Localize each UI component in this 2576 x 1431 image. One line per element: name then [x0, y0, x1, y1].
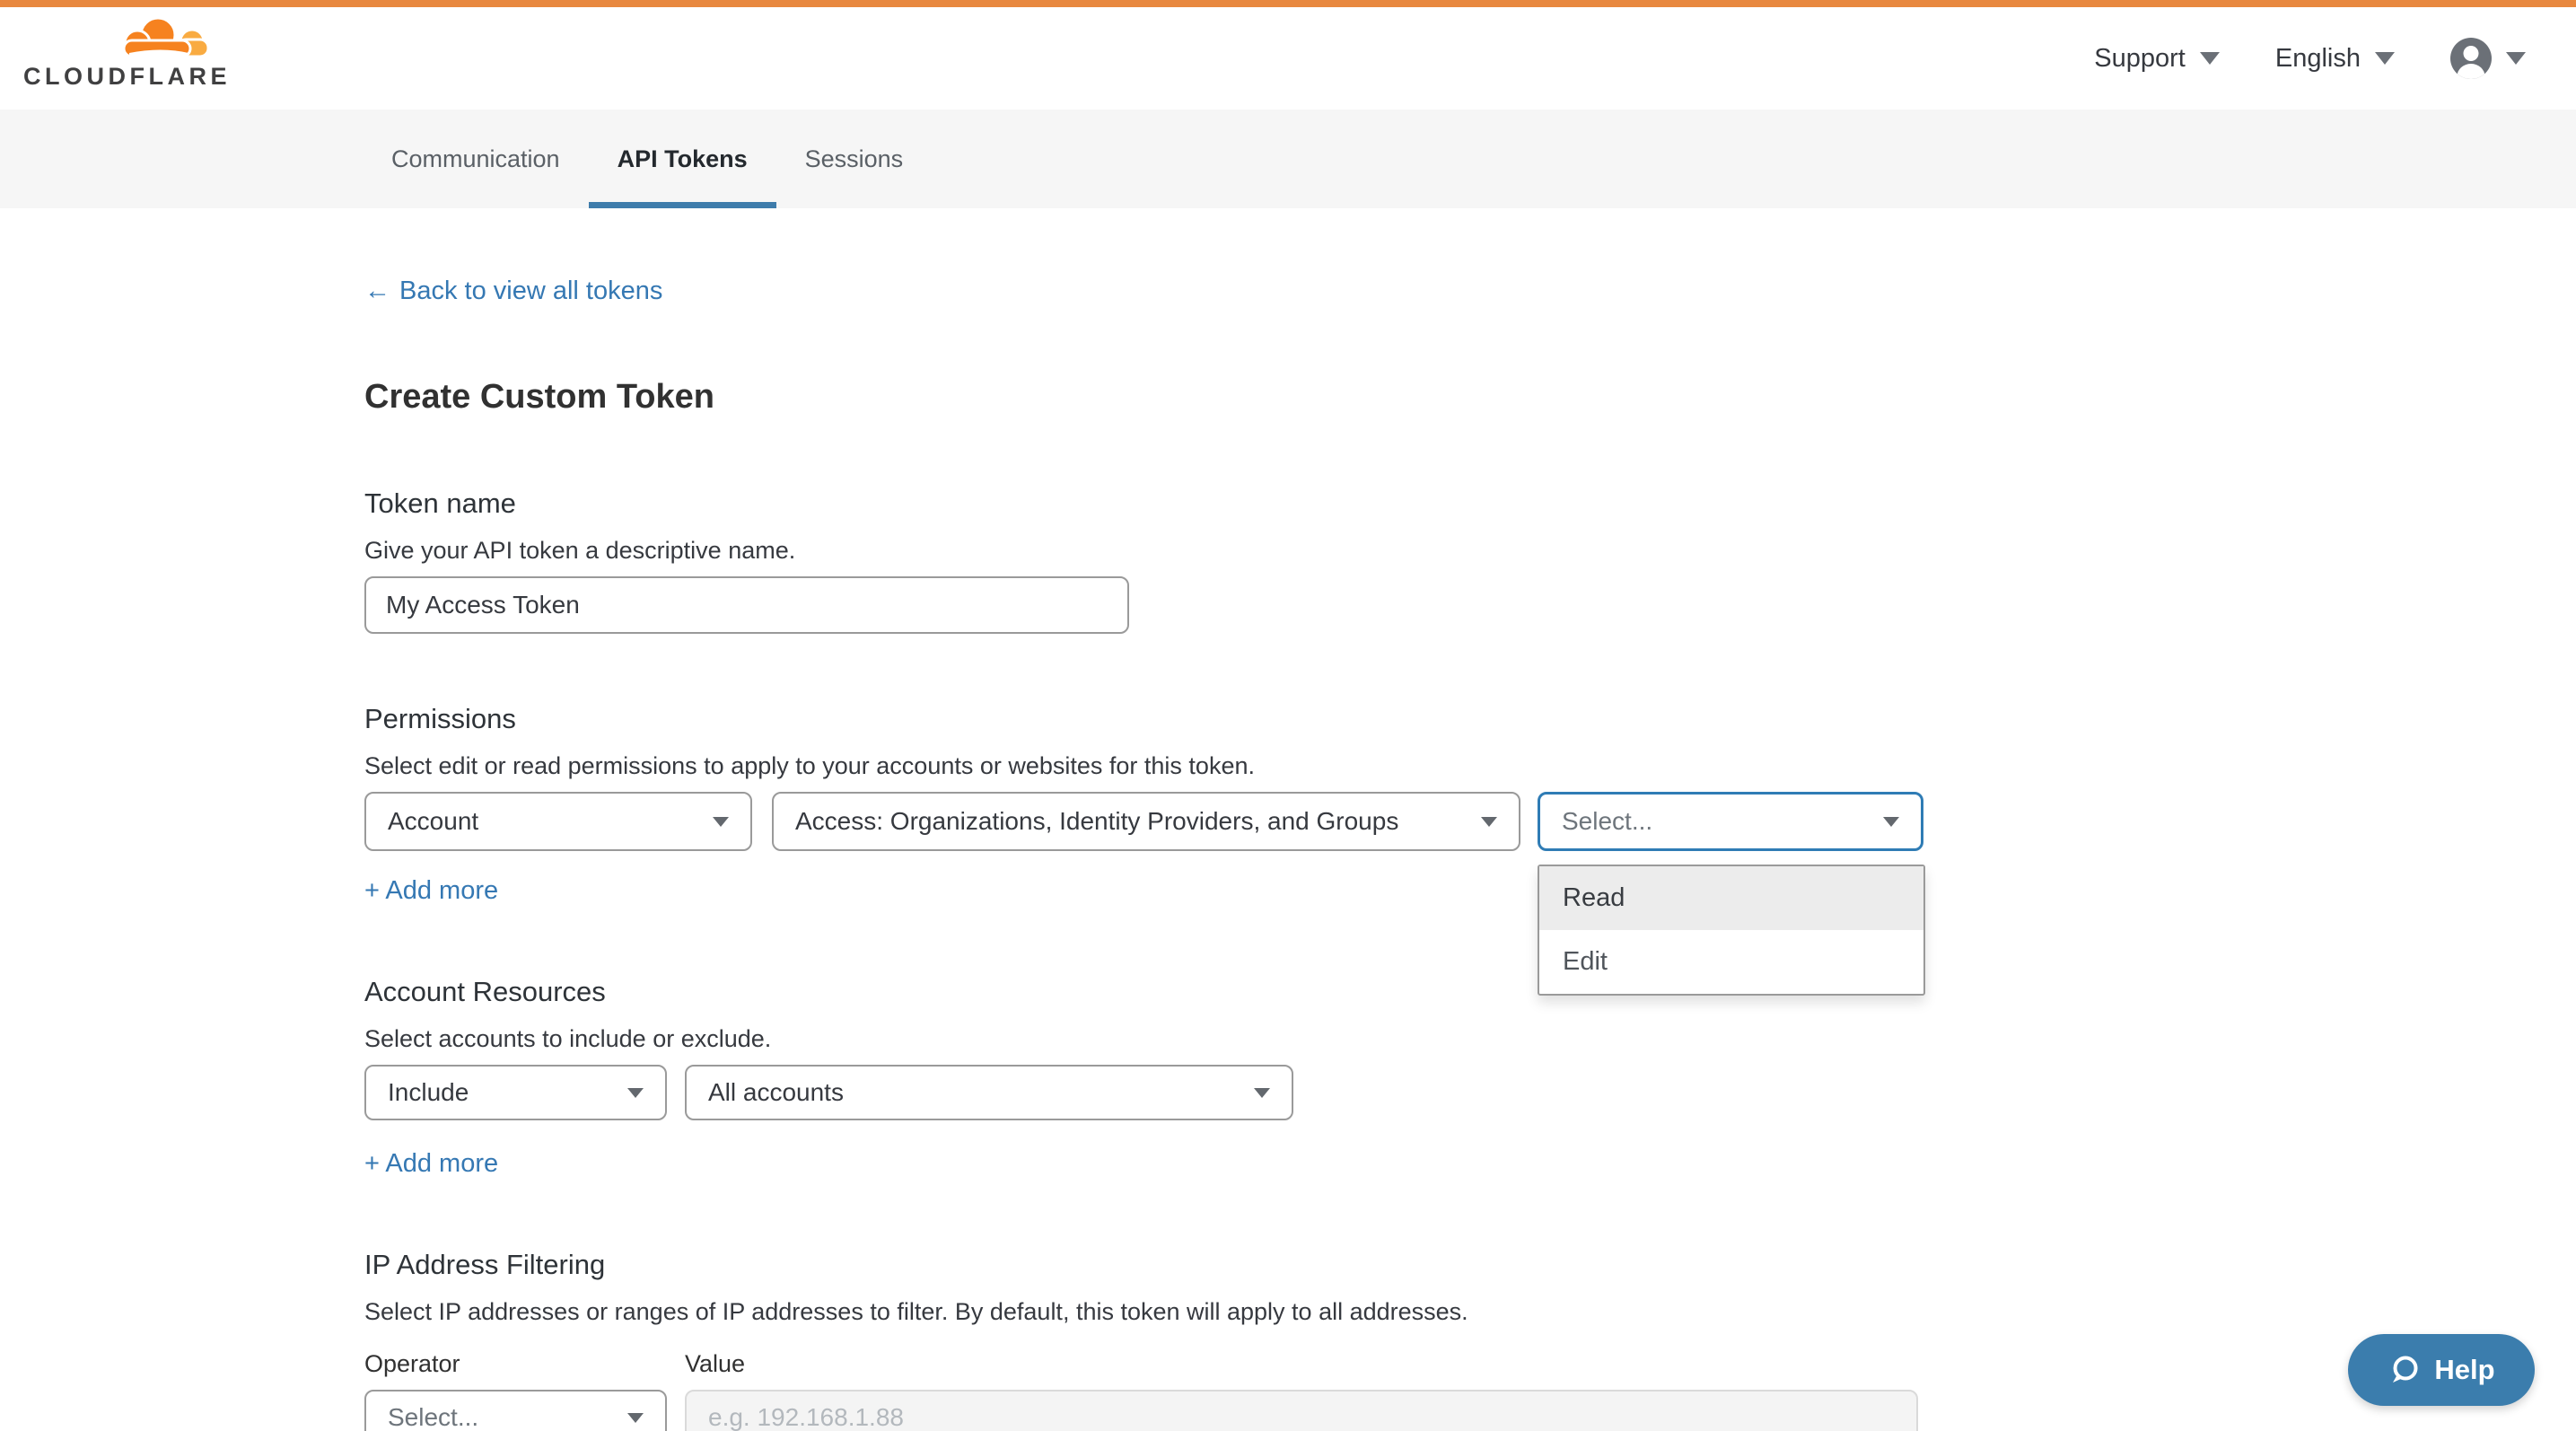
- operator-label: Operator: [364, 1348, 685, 1379]
- permissions-row: Account Access: Organizations, Identity …: [364, 792, 2576, 851]
- menu-option-label: Read: [1563, 883, 1625, 913]
- permission-level-anchor: Select... Read Edit: [1538, 792, 1923, 851]
- app-header: CLOUDFLARE Support English: [0, 7, 2576, 110]
- ip-value-input[interactable]: [685, 1390, 1918, 1431]
- chevron-down-icon: [1883, 817, 1899, 827]
- page-title: Create Custom Token: [364, 375, 2576, 418]
- cloudflare-cloud-icon: [111, 16, 212, 61]
- chevron-down-icon: [2506, 52, 2526, 65]
- tab-api-tokens[interactable]: API Tokens: [589, 110, 776, 208]
- support-menu[interactable]: Support: [2094, 44, 2220, 74]
- ip-filtering-description: Select IP addresses or ranges of IP addr…: [364, 1296, 2576, 1327]
- ip-operator-value: Select...: [388, 1403, 478, 1431]
- resource-account-select[interactable]: All accounts: [685, 1065, 1293, 1120]
- ip-filtering-heading: IP Address Filtering: [364, 1248, 2576, 1282]
- tab-sessions[interactable]: Sessions: [776, 110, 933, 208]
- support-menu-label: Support: [2094, 44, 2186, 74]
- ip-operator-select[interactable]: Select...: [364, 1390, 667, 1431]
- resource-mode-value: Include: [388, 1078, 469, 1107]
- cloudflare-logo-text: CLOUDFLARE: [23, 63, 214, 91]
- profile-tabbar: Communication API Tokens Sessions: [0, 110, 2576, 208]
- brand-accent-bar: [0, 0, 2576, 7]
- resource-account-value: All accounts: [708, 1078, 844, 1107]
- permission-level-select[interactable]: Select...: [1538, 792, 1923, 851]
- token-name-section: Token name Give your API token a descrip…: [364, 487, 2576, 634]
- help-button[interactable]: Help: [2348, 1334, 2535, 1406]
- ip-filtering-row: Select...: [364, 1390, 2576, 1431]
- permission-level-menu: Read Edit: [1538, 865, 1925, 996]
- tab-label: Sessions: [805, 145, 904, 173]
- account-resources-heading: Account Resources: [364, 975, 2576, 1009]
- permission-type-value: Account: [388, 807, 478, 836]
- create-token-page: ← Back to view all tokens Create Custom …: [0, 208, 2576, 1431]
- menu-option-edit[interactable]: Edit: [1539, 930, 1923, 994]
- tab-label: Communication: [391, 145, 560, 173]
- account-resources-row: Include All accounts: [364, 1065, 2576, 1120]
- resource-mode-select[interactable]: Include: [364, 1065, 667, 1120]
- value-label: Value: [685, 1348, 745, 1379]
- cloudflare-logo[interactable]: CLOUDFLARE: [23, 16, 214, 91]
- account-resources-description: Select accounts to include or exclude.: [364, 1023, 2576, 1054]
- chevron-down-icon: [1481, 817, 1497, 827]
- user-menu[interactable]: [2450, 38, 2526, 79]
- ip-filtering-labels: Operator Value: [364, 1348, 2576, 1379]
- token-name-description: Give your API token a descriptive name.: [364, 535, 2576, 566]
- language-menu-label: English: [2275, 44, 2361, 74]
- account-resources-section: Account Resources Select accounts to inc…: [364, 975, 2576, 1180]
- language-menu[interactable]: English: [2275, 44, 2395, 74]
- chevron-down-icon: [627, 1088, 644, 1098]
- chevron-down-icon: [627, 1413, 644, 1423]
- permission-type-select[interactable]: Account: [364, 792, 752, 851]
- token-name-input[interactable]: [364, 576, 1129, 634]
- permissions-add-more-link[interactable]: + Add more: [364, 874, 498, 907]
- account-resources-add-more-link[interactable]: + Add more: [364, 1147, 498, 1180]
- user-avatar-icon: [2450, 38, 2492, 79]
- permission-level-value: Select...: [1562, 807, 1652, 836]
- menu-option-read[interactable]: Read: [1539, 866, 1923, 930]
- header-nav: Support English: [2094, 7, 2526, 110]
- chevron-down-icon: [1254, 1088, 1270, 1098]
- token-name-heading: Token name: [364, 487, 2576, 521]
- permission-scope-value: Access: Organizations, Identity Provider…: [795, 807, 1398, 836]
- chevron-down-icon: [2375, 52, 2395, 65]
- ip-filtering-section: IP Address Filtering Select IP addresses…: [364, 1248, 2576, 1431]
- chevron-down-icon: [2200, 52, 2220, 65]
- permissions-description: Select edit or read permissions to apply…: [364, 751, 2576, 781]
- back-arrow-icon: ←: [364, 275, 390, 307]
- chat-bubble-icon: [2388, 1353, 2422, 1387]
- back-link-label: Back to view all tokens: [399, 275, 662, 307]
- menu-option-label: Edit: [1563, 947, 1608, 977]
- tab-label: API Tokens: [618, 145, 748, 173]
- help-button-label: Help: [2434, 1354, 2494, 1386]
- permissions-section: Permissions Select edit or read permissi…: [364, 702, 2576, 907]
- tab-communication[interactable]: Communication: [363, 110, 589, 208]
- back-to-tokens-link[interactable]: ← Back to view all tokens: [364, 275, 662, 307]
- permission-scope-select[interactable]: Access: Organizations, Identity Provider…: [772, 792, 1520, 851]
- permissions-heading: Permissions: [364, 702, 2576, 736]
- chevron-down-icon: [713, 817, 729, 827]
